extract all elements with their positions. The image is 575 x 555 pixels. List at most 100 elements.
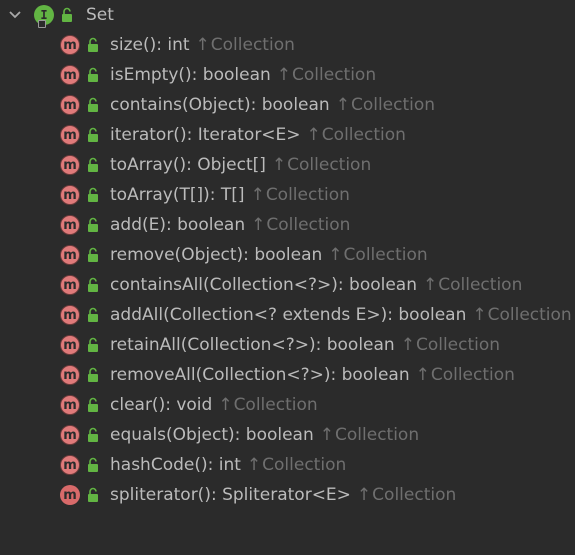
- inherited-from: ↑Collection: [251, 215, 350, 235]
- method-icon: m: [60, 365, 80, 385]
- tree-item-method[interactable]: m equals(Object): boolean ↑Collection: [60, 420, 419, 450]
- lock-icon: [86, 217, 100, 233]
- method-icon: m: [60, 335, 80, 355]
- origin-class: Collection: [415, 335, 501, 355]
- origin-class: Collection: [372, 485, 457, 505]
- tree-item-method[interactable]: m toArray(): Object[] ↑Collection: [60, 150, 371, 180]
- method-signature: iterator(): Iterator<E>: [110, 125, 301, 145]
- lock-icon: [86, 157, 100, 173]
- tree-item-method[interactable]: m remove(Object): boolean ↑Collection: [60, 240, 428, 270]
- lock-icon: [86, 127, 100, 143]
- method-icon: m: [60, 215, 80, 235]
- tree-item-method[interactable]: m add(E): boolean ↑Collection: [60, 210, 350, 240]
- arrow-up-icon: ↑: [246, 455, 262, 475]
- lock-icon: [86, 397, 100, 413]
- inherited-from: ↑Collection: [272, 155, 371, 175]
- arrow-up-icon: ↑: [335, 95, 350, 115]
- inherited-from: ↑Collection: [472, 305, 571, 325]
- method-icon: m: [60, 395, 80, 415]
- inherited-from: ↑Collection: [307, 125, 406, 145]
- structure-tree: I Set m size(): int ↑Collection m isEmpty():…: [0, 0, 575, 555]
- method-icon: m: [60, 95, 80, 115]
- method-icon: m: [60, 185, 80, 205]
- method-signature: removeAll(Collection<?>): boolean: [110, 365, 410, 385]
- method-signature: spliterator(): Spliterator<E>: [110, 485, 351, 505]
- origin-class: Collection: [266, 215, 351, 235]
- tree-item-method[interactable]: m iterator(): Iterator<E> ↑Collection: [60, 120, 406, 150]
- tree-item-method[interactable]: m retainAll(Collection<?>): boolean ↑Colle…: [60, 330, 500, 360]
- origin-class: Collection: [321, 125, 406, 145]
- arrow-up-icon: ↑: [251, 215, 266, 235]
- origin-class: Collection: [343, 245, 428, 265]
- method-signature: size(): int: [110, 35, 190, 55]
- inherited-from: ↑Collection: [328, 245, 427, 265]
- origin-class: Collection: [233, 395, 318, 415]
- inherited-from: ↑Collection: [357, 485, 456, 505]
- origin-class: Collection: [292, 65, 377, 85]
- inherited-from: ↑Collection: [196, 35, 295, 55]
- arrow-up-icon: ↑: [195, 35, 210, 55]
- method-signature: toArray(): Object[]: [110, 155, 266, 175]
- method-icon: m: [60, 455, 80, 475]
- inherited-from: ↑Collection: [423, 275, 522, 295]
- inherited-from: ↑Collection: [336, 95, 435, 115]
- tree-item-method[interactable]: m contains(Object): boolean ↑Collection: [60, 90, 435, 120]
- lock-icon: [86, 187, 100, 203]
- method-icon: m: [60, 155, 80, 175]
- inherited-from: ↑Collection: [401, 335, 500, 355]
- lock-icon: [86, 427, 100, 443]
- lock-icon: [86, 367, 100, 383]
- method-icon: m: [60, 35, 80, 55]
- lock-icon: [86, 277, 100, 293]
- tree-item-method[interactable]: m addAll(Collection<? extends E>): boolea…: [60, 300, 572, 330]
- chevron-down-icon[interactable]: [8, 8, 22, 22]
- method-signature: add(E): boolean: [110, 215, 246, 235]
- pin-icon: [38, 20, 46, 28]
- method-signature: equals(Object): boolean: [110, 425, 314, 445]
- arrow-up-icon: ↑: [356, 485, 372, 505]
- arrow-up-icon: ↑: [400, 335, 415, 355]
- tree-item-method[interactable]: m spliterator(): Spliterator<E> ↑Collectio…: [60, 480, 456, 510]
- tree-item-method[interactable]: m containsAll(Collection<?>): boolean ↑Col…: [60, 270, 522, 300]
- arrow-up-icon: ↑: [319, 425, 335, 445]
- origin-class: Collection: [210, 35, 295, 55]
- method-icon: m: [60, 125, 80, 145]
- lock-icon: [60, 7, 74, 23]
- method-icon: m: [60, 425, 80, 445]
- method-signature: addAll(Collection<? extends E>): boolean: [110, 305, 467, 325]
- lock-icon: [86, 487, 100, 503]
- lock-icon: [86, 67, 100, 83]
- inherited-from: ↑Collection: [320, 425, 419, 445]
- tree-item-method[interactable]: m removeAll(Collection<?>): boolean ↑Colle…: [60, 360, 515, 390]
- tree-item-method[interactable]: m clear(): void ↑Collection: [60, 390, 318, 420]
- inherited-from: ↑Collection: [416, 365, 515, 385]
- method-signature: toArray(T[]): T[]: [110, 185, 245, 205]
- origin-class: Collection: [262, 455, 347, 475]
- arrow-up-icon: ↑: [306, 125, 321, 145]
- tree-item-method[interactable]: m toArray(T[]): T[] ↑Collection: [60, 180, 350, 210]
- method-signature: containsAll(Collection<?>): boolean: [110, 275, 417, 295]
- interface-icon: I: [34, 5, 54, 28]
- lock-icon: [86, 247, 100, 263]
- lock-icon: [86, 457, 100, 473]
- arrow-up-icon: ↑: [271, 155, 287, 175]
- origin-class: Collection: [287, 155, 372, 175]
- origin-class: Collection: [438, 275, 523, 295]
- tree-item-method[interactable]: m size(): int ↑Collection: [60, 30, 295, 60]
- arrow-up-icon: ↑: [415, 365, 430, 385]
- method-signature: contains(Object): boolean: [110, 95, 330, 115]
- tree-root-label: Set: [86, 5, 114, 25]
- arrow-up-icon: ↑: [250, 185, 265, 205]
- origin-class: Collection: [487, 305, 572, 325]
- method-icon: m: [60, 275, 80, 295]
- method-signature: retainAll(Collection<?>): boolean: [110, 335, 395, 355]
- method-signature: remove(Object): boolean: [110, 245, 323, 265]
- inherited-from: ↑Collection: [218, 395, 317, 415]
- arrow-up-icon: ↑: [276, 65, 292, 85]
- tree-item-method[interactable]: m isEmpty(): boolean ↑Collection: [60, 60, 376, 90]
- inherited-from: ↑Collection: [277, 65, 376, 85]
- tree-item-method[interactable]: m hashCode(): int ↑Collection: [60, 450, 346, 480]
- arrow-up-icon: ↑: [472, 305, 487, 325]
- lock-icon: [86, 337, 100, 353]
- tree-root-set[interactable]: I Set: [8, 0, 114, 30]
